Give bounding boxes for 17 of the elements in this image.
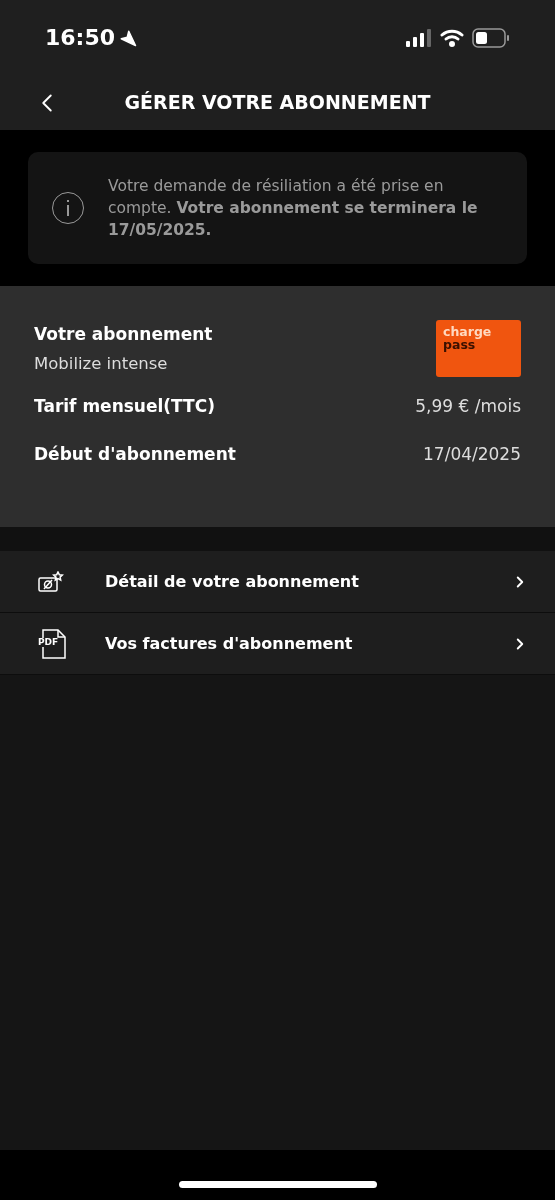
battery-icon [472,27,510,48]
menu-item[interactable]: Détail de votre abonnement [0,551,555,613]
page-title: GÉRER VOTRE ABONNEMENT [123,90,432,116]
wifi-icon [440,28,464,47]
card-star-icon [38,570,64,593]
detail-value: 5,99 € /mois [415,395,521,419]
detail-label: Tarif mensuel(TTC) [34,395,215,419]
detail-value: 17/04/2025 [423,443,521,467]
location-icon [119,28,138,47]
menu-item[interactable]: PDF Vos factures d'abonnement [0,613,555,675]
charge-pass-logo: charge pass [436,320,521,377]
signal-icon [406,28,432,47]
subscription-label: Votre abonnement [34,323,213,346]
status-time: 16:50 [45,24,116,52]
notice-message: Votre demande de résiliation a été prise en compte. Votre abonnement se terminera le 17/05/2025. [108,176,479,241]
plan-name: Mobilize intense [34,352,169,375]
detail-label: Début d'abonnement [34,443,236,467]
